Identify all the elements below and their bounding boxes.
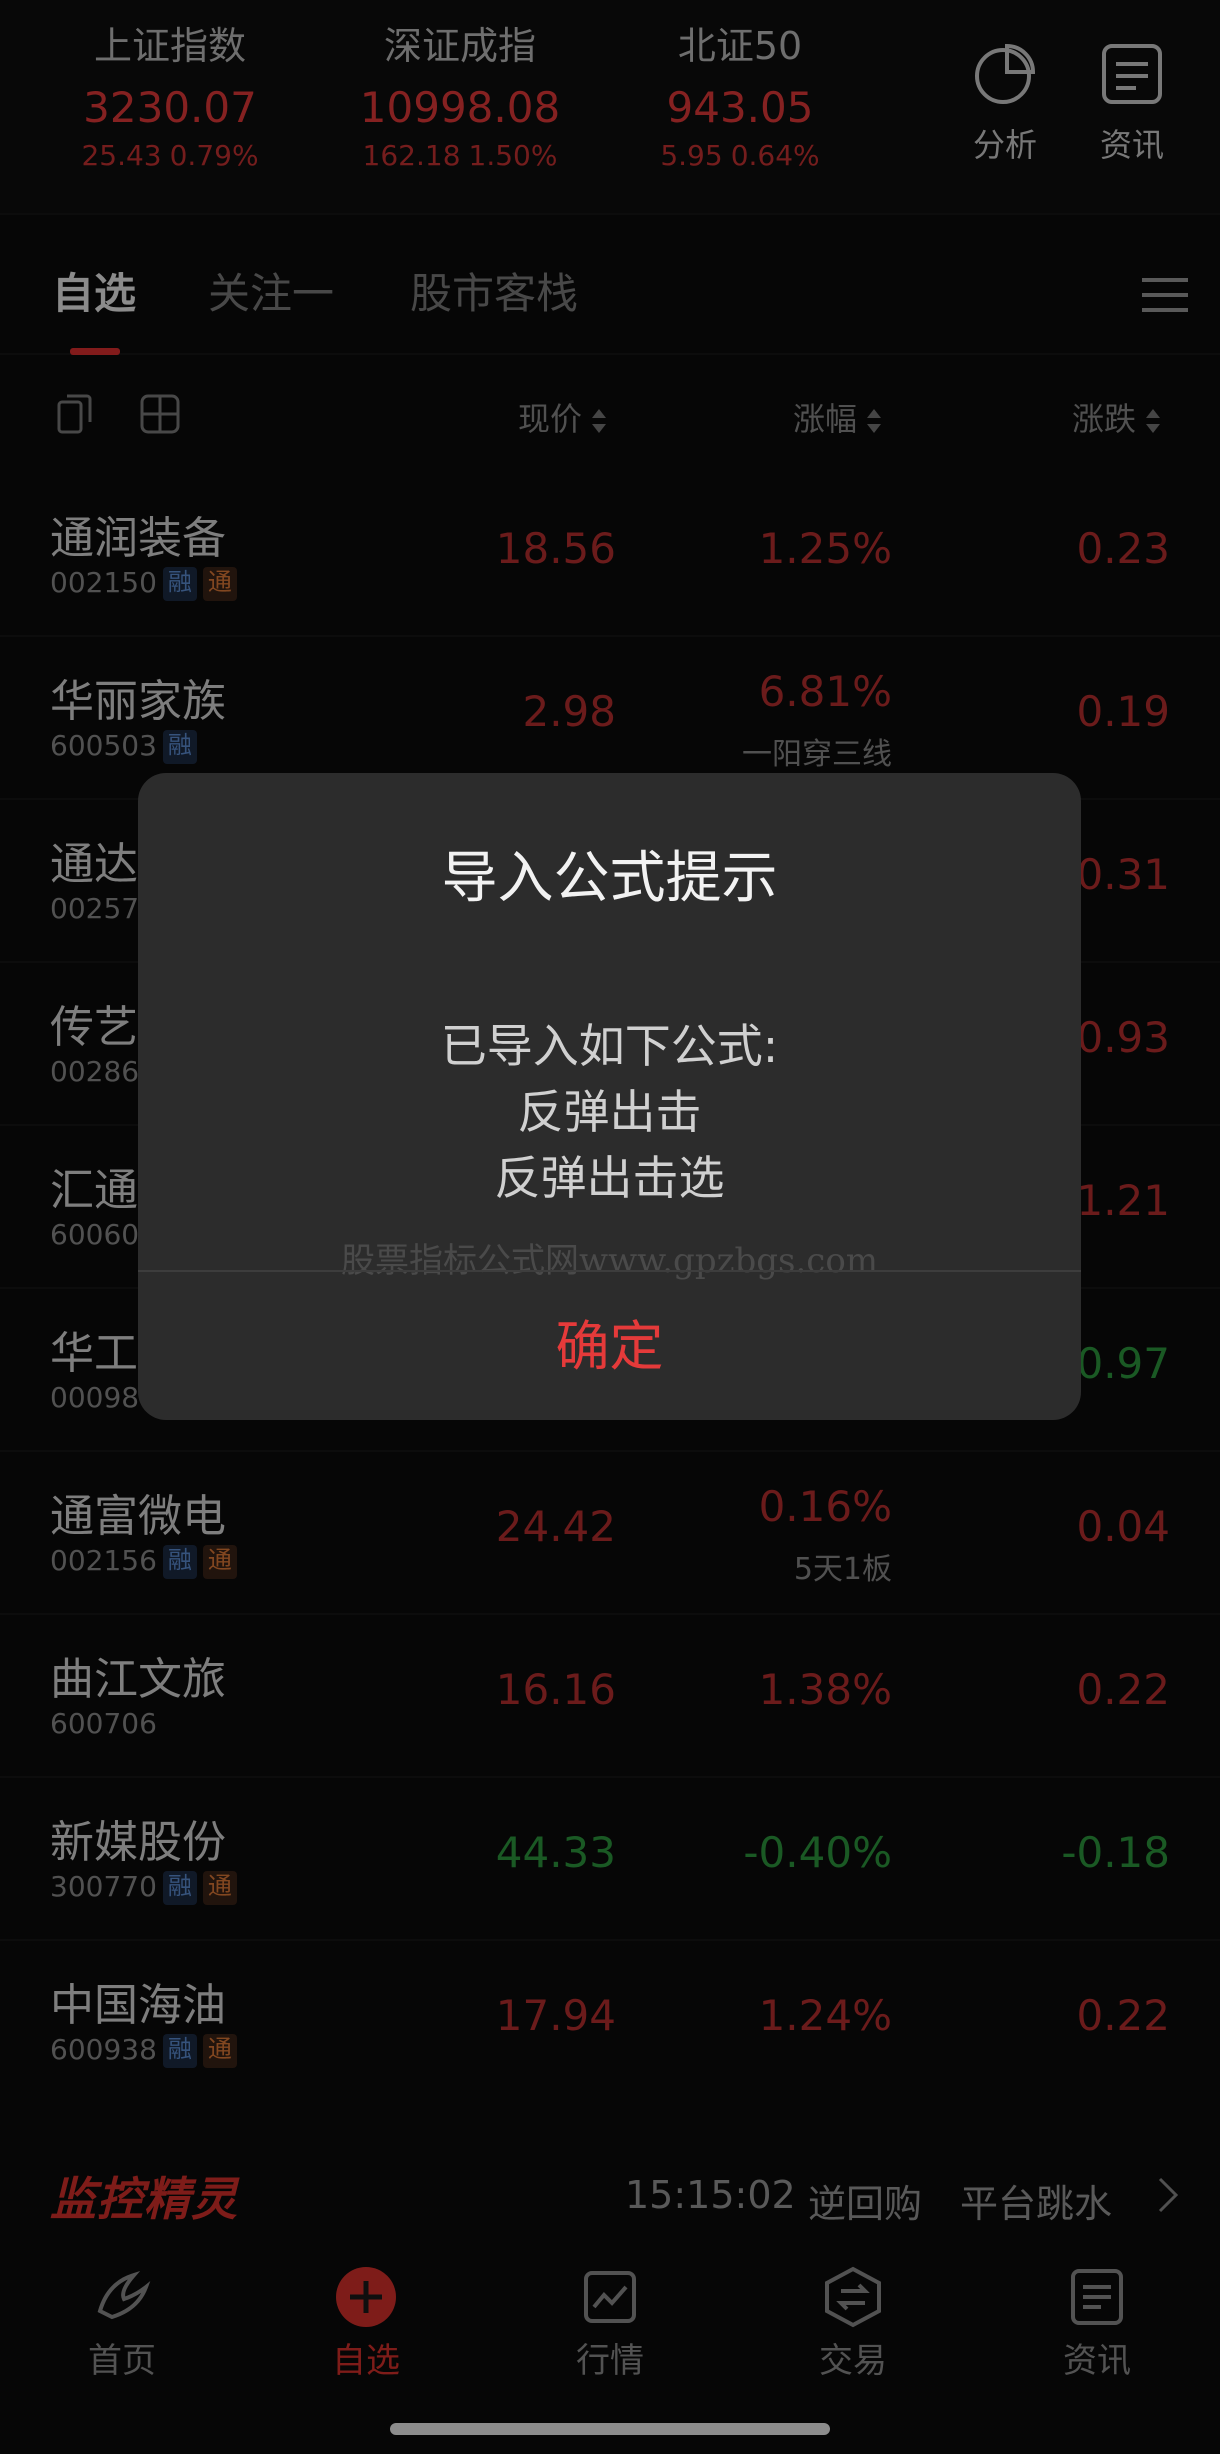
dialog-title: 导入公式提示 xyxy=(441,846,778,911)
app-screen: 上证指数 3230.07 25.43 0.79% 深证成指 10998.08 16… xyxy=(0,0,1220,2454)
import-formula-dialog: 导入公式提示 已导入如下公式: 反弹出击 反弹出击选 股票指标公式网www.gp… xyxy=(138,773,1081,1420)
confirm-button[interactable]: 确定 xyxy=(138,1273,1081,1420)
dialog-formula-name: 反弹出击选 xyxy=(494,1151,725,1205)
dialog-formula-name: 反弹出击 xyxy=(517,1085,702,1139)
dialog-message-line: 已导入如下公式: xyxy=(440,1019,779,1073)
dialog-message: 已导入如下公式: 反弹出击 反弹出击选 xyxy=(138,1013,1081,1211)
dialog-divider xyxy=(138,1270,1081,1272)
